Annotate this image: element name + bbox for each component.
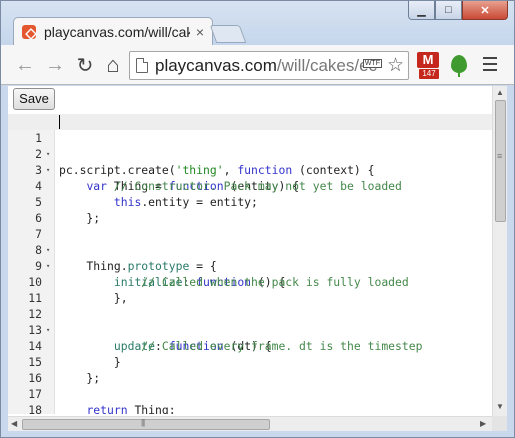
vertical-scrollbar[interactable]: ▲ ▼ [492,86,507,416]
horizontal-scroll-thumb[interactable] [22,418,270,430]
code-line[interactable]: 1 ▾ pc.script.create('thing', function (… [8,114,492,177]
title-bar: ▁ □ ✕ playcanvas.com/will/cake × [1,1,514,46]
browser-window: ▁ □ ✕ playcanvas.com/will/cake × ← → ↻ ⌂… [0,0,515,438]
menu-icon[interactable] [483,57,497,71]
code-line[interactable]: 10 }, [8,258,492,305]
url-text: playcanvas.com/will/cakes/ec [155,56,377,76]
url-host: playcanvas.com [155,55,277,75]
page-icon [136,58,148,73]
scroll-left-icon[interactable]: ◀ [11,419,17,428]
code-line[interactable]: 6 [8,194,492,225]
page-content: Save 1 ▾ pc.script.create('thing', funct… [8,86,507,431]
code-line[interactable]: 18 }); [8,386,492,414]
address-bar[interactable]: playcanvas.com/will/cakes/ec WTF ☆ [129,51,409,80]
back-button[interactable]: ← [13,53,37,77]
browser-tab[interactable]: playcanvas.com/will/cake × [13,17,213,46]
code-line[interactable]: 3 // Constructor. Pack may not yet be lo… [8,146,492,193]
code-line[interactable]: 9 // Called when the pack is fully loade… [8,242,492,289]
scroll-corner [492,416,507,431]
tab-close-icon[interactable]: × [196,24,204,40]
minimize-button[interactable]: ▁ [408,1,435,20]
horizontal-scrollbar[interactable]: ◀ ▶ [8,416,492,431]
code-line[interactable]: 17 return Thing; [8,370,492,414]
window-close-button[interactable]: ✕ [462,1,508,20]
save-button[interactable]: Save [13,88,55,110]
star-icon[interactable]: ☆ [387,54,404,77]
browser-toolbar: ← → ↻ ⌂ playcanvas.com/will/cakes/ec WTF… [1,45,514,85]
home-button[interactable]: ⌂ [101,52,125,77]
tab-title: playcanvas.com/will/cake [44,24,190,40]
maximize-button[interactable]: □ [435,1,462,20]
new-tab-button[interactable] [209,25,247,43]
code-line[interactable]: 12 ▾ update: function (dt) { [8,290,492,353]
code-line[interactable]: 5 }; [8,178,492,225]
scroll-up-icon[interactable]: ▲ [496,88,504,97]
forward-button[interactable]: → [43,53,67,77]
code-text: return Thing; [86,403,176,414]
code-line[interactable]: 14 } [8,322,492,369]
text-caret [59,115,60,129]
gmail-icon[interactable]: M [417,52,439,68]
line-number: 18 [28,403,42,414]
favicon-icon [22,25,36,39]
code-line[interactable]: 11 [8,274,492,305]
window-controls: ▁ □ ✕ [408,1,508,20]
code-line[interactable]: 4 this.entity = entity; [8,162,492,209]
gmail-unread-badge: 147 [419,69,439,79]
wtf-extension-icon[interactable]: WTF [362,59,382,68]
code-line[interactable]: 7 ▾ Thing.prototype = { [8,210,492,273]
code-editor[interactable]: 1 ▾ pc.script.create('thing', function (… [8,114,492,414]
scroll-right-icon[interactable]: ▶ [480,419,486,428]
scroll-down-icon[interactable]: ▼ [496,402,504,411]
code-line[interactable]: 15 }; [8,338,492,385]
code-line[interactable]: 13 // Called every frame. dt is the time… [8,306,492,353]
reload-button[interactable]: ↻ [73,53,97,77]
code-line[interactable]: 16 [8,354,492,385]
evernote-icon[interactable] [451,55,467,77]
code-line[interactable]: 2 ▾ var Thing = function (entity) { [8,130,492,193]
vertical-scroll-thumb[interactable] [495,100,506,222]
code-line[interactable]: 8 ▾ initialize: function () { [8,226,492,289]
